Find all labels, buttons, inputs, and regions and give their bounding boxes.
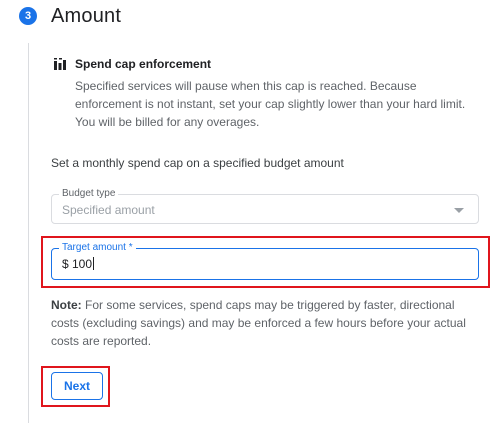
callout-header: Spend cap enforcement xyxy=(53,54,483,74)
callout-title: Spend cap enforcement xyxy=(75,57,212,71)
target-amount-label: Target amount * xyxy=(59,242,136,254)
note-label: Note: xyxy=(51,298,82,312)
spend-cap-callout: Spend cap enforcement Specified services… xyxy=(53,54,483,131)
next-button[interactable]: Next xyxy=(51,372,103,400)
budget-type-label: Budget type xyxy=(59,188,119,200)
step-header: 3 Amount xyxy=(19,4,121,28)
bar-chart-icon xyxy=(53,57,67,71)
budget-type-value: Specified amount xyxy=(62,203,155,217)
text-cursor xyxy=(93,257,95,270)
budget-type-select[interactable]: Budget type Specified amount xyxy=(51,188,479,224)
target-amount-field[interactable]: Target amount * $ 100 xyxy=(51,242,479,280)
step-number-badge: 3 xyxy=(19,7,37,25)
target-amount-value: $ 100 xyxy=(62,257,93,271)
step-connector-line xyxy=(28,43,29,423)
callout-body: Specified services will pause when this … xyxy=(75,79,466,129)
chevron-down-icon[interactable] xyxy=(454,208,464,213)
spend-cap-description: Set a monthly spend cap on a specified b… xyxy=(51,156,344,170)
step-title: Amount xyxy=(51,4,122,27)
note-text: Note: For some services, spend caps may … xyxy=(51,296,481,350)
target-amount-input[interactable]: $ 100 xyxy=(62,257,95,271)
note-body: For some services, spend caps may be tri… xyxy=(51,298,466,348)
